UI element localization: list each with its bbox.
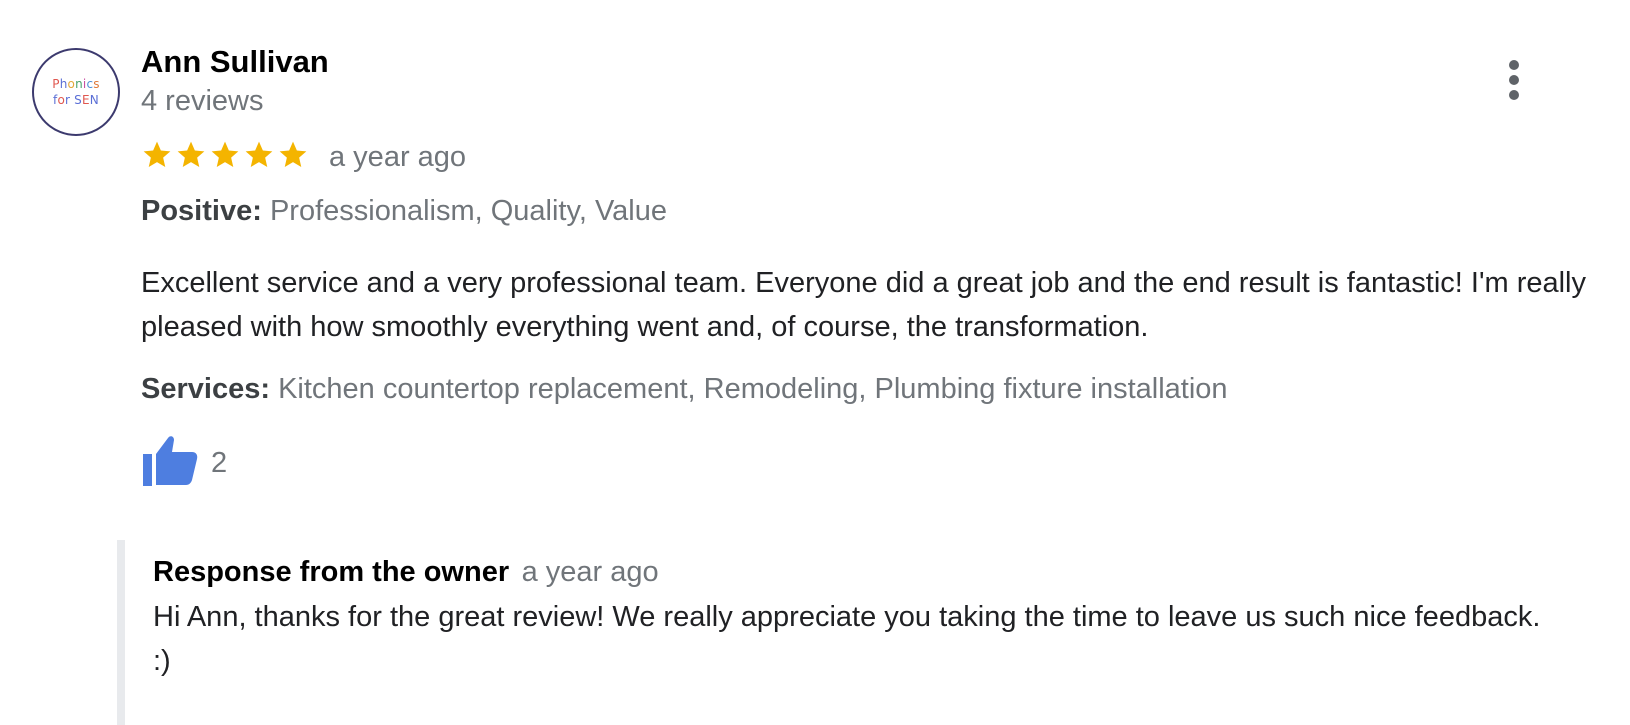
owner-response-time: a year ago [521,556,659,588]
more-vertical-icon-dot [1509,75,1519,85]
owner-response-title: Response from the owner [153,556,510,588]
review-card: Phonics for SEN Ann Sullivan 4 reviews a… [0,0,1630,725]
avatar-line2: for SEN [53,93,99,107]
review-time: a year ago [329,140,467,173]
services-label: Services: [141,373,270,405]
star-rating [141,139,309,176]
review-text: Excellent service and a very professiona… [141,267,1587,343]
positive-attributes: Positive: Professionalism, Quality, Valu… [141,195,667,228]
more-vertical-icon-dot [1509,60,1519,70]
star-icon [141,139,173,176]
star-icon [243,139,275,176]
author-name[interactable]: Ann Sullivan [141,44,329,80]
like-button[interactable]: 2 [141,434,227,493]
thumbs-up-icon [141,434,199,493]
owner-response-text: Hi Ann, thanks for the great review! We … [153,601,1541,677]
star-icon [209,139,241,176]
rating-row: a year ago [141,138,466,176]
star-icon [277,139,309,176]
owner-response: Response from the owner a year ago Hi An… [117,540,1567,725]
more-options-button[interactable] [1494,55,1534,105]
avatar[interactable]: Phonics for SEN [32,48,120,136]
star-icon [175,139,207,176]
services-value: Kitchen countertop replacement, Remodeli… [278,373,1228,405]
like-count: 2 [211,447,228,479]
positive-label: Positive: [141,195,262,227]
avatar-line1: Phonics [52,77,100,91]
more-vertical-icon-dot [1509,90,1519,100]
services-list: Services: Kitchen countertop replacement… [141,373,1228,406]
positive-value: Professionalism, Quality, Value [269,195,667,227]
author-review-count[interactable]: 4 reviews [141,85,264,118]
owner-response-header: Response from the owner a year ago [153,556,659,589]
